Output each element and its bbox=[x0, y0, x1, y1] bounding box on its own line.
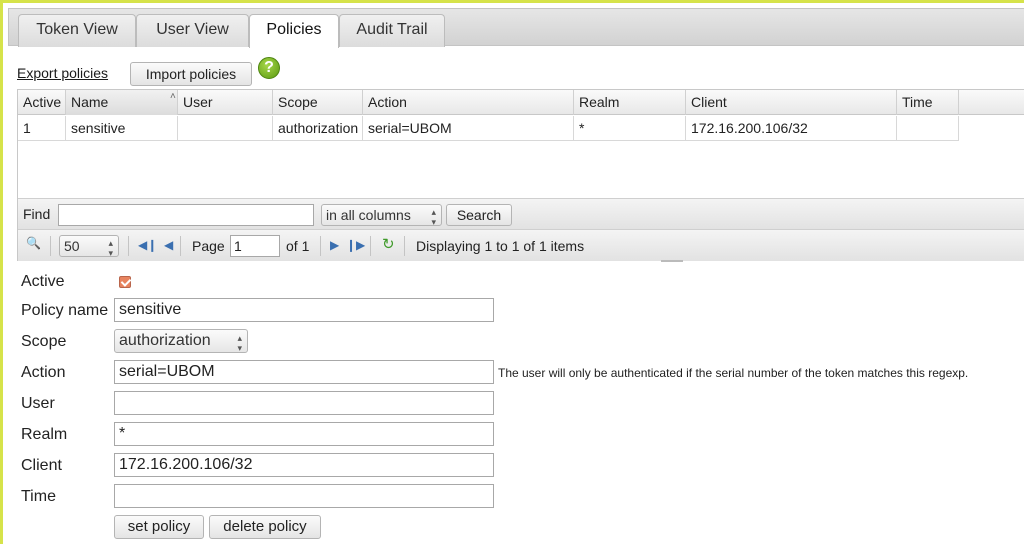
cell-time bbox=[897, 116, 959, 141]
page-label: Page bbox=[192, 238, 225, 254]
find-input[interactable] bbox=[58, 204, 314, 226]
cell-client: 172.16.200.106/32 bbox=[686, 116, 897, 141]
page-size-value: 50 bbox=[64, 238, 80, 254]
page-number-input[interactable] bbox=[230, 235, 280, 257]
cell-action: serial=UBOM bbox=[363, 116, 574, 141]
select-arrows-icon: ▴ ▾ bbox=[108, 238, 113, 258]
time-input[interactable] bbox=[114, 484, 494, 508]
pager-separator bbox=[128, 236, 129, 256]
tab-bar: Token View User View Policies Audit Trai… bbox=[8, 8, 1024, 48]
action-input[interactable] bbox=[114, 360, 494, 384]
tab-policies[interactable]: Policies bbox=[249, 14, 339, 48]
pager-status: Displaying 1 to 1 of 1 items bbox=[416, 238, 585, 254]
cell-active: 1 bbox=[18, 116, 66, 141]
refresh-icon[interactable]: ↻ bbox=[382, 235, 395, 253]
pager-separator bbox=[50, 236, 51, 256]
column-header-user[interactable]: User bbox=[178, 90, 273, 115]
policy-name-input[interactable] bbox=[114, 298, 494, 322]
cell-realm: * bbox=[574, 116, 686, 141]
scope-select-value: authorization bbox=[119, 332, 211, 349]
action-help-text: The user will only be authenticated if t… bbox=[498, 366, 969, 380]
last-page-icon[interactable]: ❙▶ bbox=[346, 238, 365, 252]
resize-handle[interactable] bbox=[661, 260, 683, 262]
policy-grid: Active Name ˄ User Scope Action Realm Cl… bbox=[17, 89, 1024, 262]
scope-select[interactable]: authorization ▴ ▾ bbox=[114, 329, 248, 353]
column-header-client[interactable]: Client bbox=[686, 90, 897, 115]
pager-separator bbox=[404, 236, 405, 256]
column-header-name[interactable]: Name ˄ bbox=[66, 90, 178, 115]
next-page-icon[interactable]: ▶ bbox=[330, 238, 339, 252]
realm-input[interactable] bbox=[114, 422, 494, 446]
action-label: Action bbox=[21, 364, 66, 381]
first-page-icon[interactable]: ◀❙ bbox=[138, 238, 157, 252]
grid-header: Active Name ˄ User Scope Action Realm Cl… bbox=[18, 90, 1024, 115]
cell-scope: authorization bbox=[273, 116, 363, 141]
pager-separator bbox=[320, 236, 321, 256]
select-arrows-icon: ▴ ▾ bbox=[237, 333, 242, 353]
sort-ascending-icon: ˄ bbox=[170, 91, 176, 102]
help-icon[interactable]: ? bbox=[258, 57, 280, 79]
pager-separator bbox=[180, 236, 181, 256]
tab-token-view[interactable]: Token View bbox=[18, 14, 136, 47]
user-input[interactable] bbox=[114, 391, 494, 415]
search-column-select[interactable]: in all columns ▴ ▾ bbox=[321, 204, 442, 227]
column-header-realm[interactable]: Realm bbox=[574, 90, 686, 115]
find-bar: Find in all columns ▴ ▾ Search bbox=[18, 198, 1024, 230]
client-label: Client bbox=[21, 457, 62, 474]
cell-name: sensitive bbox=[66, 116, 178, 141]
page-count-label: of 1 bbox=[286, 238, 310, 254]
column-header-scope[interactable]: Scope bbox=[273, 90, 363, 115]
realm-label: Realm bbox=[21, 426, 68, 443]
policy-name-label: Policy name bbox=[21, 302, 109, 319]
prev-page-icon[interactable]: ◀ bbox=[164, 238, 173, 252]
column-header-time[interactable]: Time bbox=[897, 90, 959, 115]
column-header-action[interactable]: Action bbox=[363, 90, 574, 115]
active-label: Active bbox=[21, 273, 65, 290]
page-size-select[interactable]: 50 ▴ ▾ bbox=[59, 235, 119, 258]
search-button[interactable]: Search bbox=[446, 204, 512, 226]
export-policies-link[interactable]: Export policies bbox=[17, 65, 108, 81]
time-label: Time bbox=[21, 488, 56, 505]
user-label: User bbox=[21, 395, 55, 412]
import-policies-button[interactable]: Import policies bbox=[130, 62, 252, 86]
table-row[interactable]: 1 sensitive authorization serial=UBOM * … bbox=[18, 116, 959, 141]
client-input[interactable] bbox=[114, 453, 494, 477]
pager-separator bbox=[370, 236, 371, 256]
find-label: Find bbox=[23, 206, 51, 222]
delete-policy-button[interactable]: delete policy bbox=[209, 515, 321, 539]
window-frame-left bbox=[0, 0, 3, 544]
column-header-active[interactable]: Active bbox=[18, 90, 66, 115]
select-arrows-icon: ▴ ▾ bbox=[431, 207, 436, 227]
column-header-name-label: Name bbox=[71, 94, 109, 110]
active-checkbox[interactable] bbox=[119, 276, 131, 288]
window-frame-top bbox=[0, 0, 1024, 3]
pager-bar: 🔍 50 ▴▾ ◀❙ ◀ Page of 1 ▶ ❙▶ ↻ Displaying… bbox=[18, 230, 1024, 261]
scope-label: Scope bbox=[21, 333, 67, 350]
cell-user bbox=[178, 116, 273, 141]
search-column-select-value: in all columns bbox=[326, 207, 411, 223]
magnifier-icon[interactable]: 🔍 bbox=[26, 236, 41, 250]
tab-audit-trail[interactable]: Audit Trail bbox=[339, 14, 445, 47]
set-policy-button[interactable]: set policy bbox=[114, 515, 204, 539]
tab-user-view[interactable]: User View bbox=[136, 14, 249, 47]
